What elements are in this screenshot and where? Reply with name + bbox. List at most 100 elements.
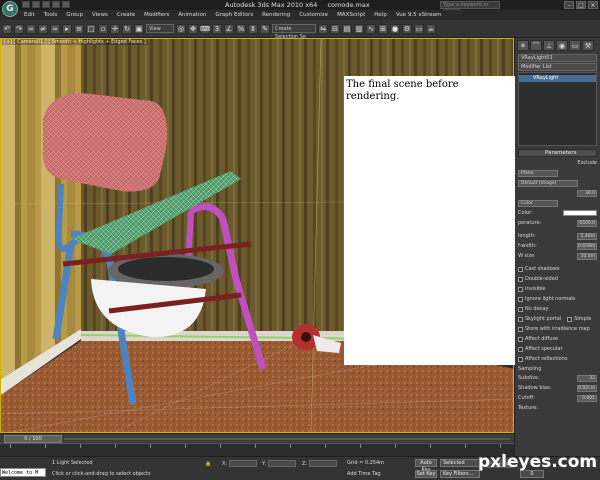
checkbox[interactable] xyxy=(518,296,523,302)
reference-coordinate-dropdown[interactable]: View xyxy=(146,24,174,33)
checkbox[interactable] xyxy=(518,316,523,322)
half-length-spinner[interactable]: 1.46m xyxy=(577,232,597,240)
exclude-button[interactable]: Exclude xyxy=(577,160,597,166)
object-name-field[interactable]: VRayLight01 xyxy=(518,54,597,62)
w-size-spinner[interactable]: 10.0m xyxy=(577,252,597,260)
minimize-icon[interactable]: – xyxy=(564,1,574,9)
percent-snap-icon[interactable]: % xyxy=(236,23,246,34)
option-double-sided[interactable]: Double-sided xyxy=(518,275,597,283)
undo-icon[interactable] xyxy=(52,1,60,8)
x-coordinate-field[interactable] xyxy=(229,460,258,467)
option-affect-specular[interactable]: Affect specular xyxy=(518,345,597,353)
key-selection-dropdown[interactable]: Selected xyxy=(440,459,480,467)
option-affect-diffuse[interactable]: Affect diffuse xyxy=(518,335,597,343)
type-dropdown[interactable]: Plane xyxy=(518,169,558,177)
layer-manager-icon[interactable]: ▤ xyxy=(342,23,352,34)
link-icon[interactable]: ∞ xyxy=(26,23,36,34)
mirror-icon[interactable]: ⇋ xyxy=(318,23,328,34)
select-by-name-icon[interactable]: ≡ xyxy=(74,23,84,34)
menu-graph-editors[interactable]: Graph Editors xyxy=(215,12,253,18)
mode-dropdown[interactable]: Color xyxy=(518,199,558,207)
new-file-icon[interactable] xyxy=(22,1,30,8)
checkbox[interactable] xyxy=(518,326,523,332)
menu-rendering[interactable]: Rendering xyxy=(262,12,290,18)
checkbox[interactable] xyxy=(518,306,523,312)
units-dropdown[interactable]: Default (image) xyxy=(518,179,578,187)
set-key-button[interactable]: Set Key xyxy=(415,470,437,478)
modifier-list-dropdown[interactable]: Modifier List xyxy=(518,63,597,71)
motion-tab-icon[interactable]: ◉ xyxy=(556,40,568,51)
add-time-tag[interactable]: Add Time Tag xyxy=(347,471,381,477)
shadow-bias-spinner[interactable]: 0.02cm xyxy=(577,384,597,392)
multiplier-spinner[interactable]: 30.0 xyxy=(577,189,597,197)
maximize-icon[interactable]: □ xyxy=(576,1,586,9)
display-tab-icon[interactable]: ▭ xyxy=(569,40,581,51)
simple-checkbox[interactable] xyxy=(567,316,573,322)
menu-views[interactable]: Views xyxy=(92,12,108,18)
auto-key-button[interactable]: Auto Key xyxy=(415,459,437,473)
schematic-view-icon[interactable]: ⊞ xyxy=(378,23,388,34)
graphite-ribbon-icon[interactable]: ▥ xyxy=(354,23,364,34)
viewport-label[interactable]: [+] [ Camera01 ] [ Smooth + Highlights +… xyxy=(2,39,148,45)
menu-tools[interactable]: Tools xyxy=(44,12,58,18)
menu-animation[interactable]: Animation xyxy=(178,12,206,18)
checkbox[interactable] xyxy=(518,346,523,352)
save-file-icon[interactable] xyxy=(42,1,50,8)
color-swatch[interactable] xyxy=(563,210,597,216)
option-affect-reflections[interactable]: Affect reflections xyxy=(518,355,597,363)
modifier-stack[interactable]: VRayLight xyxy=(518,72,597,146)
option-invisible[interactable]: Invisible xyxy=(518,285,597,293)
menu-maxscript[interactable]: MAXScript xyxy=(337,12,365,18)
time-slider-track[interactable] xyxy=(64,438,510,440)
cutoff-spinner[interactable]: 0.001 xyxy=(577,394,597,402)
spinner-snap-icon[interactable]: ⇕ xyxy=(248,23,258,34)
menu-edit[interactable]: Edit xyxy=(24,12,35,18)
open-file-icon[interactable] xyxy=(32,1,40,8)
named-selection-dropdown[interactable]: Create Selection Se xyxy=(272,24,316,40)
key-filters-button[interactable]: Key Filters... xyxy=(440,470,480,478)
bind-space-warp-icon[interactable]: ≈ xyxy=(50,23,60,34)
snap-toggle-icon[interactable]: 3 xyxy=(212,23,222,34)
edit-named-selection-icon[interactable]: ✎ xyxy=(260,23,270,34)
angle-snap-icon[interactable]: ∠ xyxy=(224,23,234,34)
checkbox[interactable] xyxy=(518,266,523,272)
rotate-icon[interactable]: ↻ xyxy=(122,23,132,34)
menu-customize[interactable]: Customize xyxy=(299,12,328,18)
checkbox[interactable] xyxy=(518,356,523,362)
menu-create[interactable]: Create xyxy=(117,12,135,18)
utilities-tab-icon[interactable]: ⚒ xyxy=(582,40,594,51)
app-logo-icon[interactable]: G xyxy=(2,1,18,17)
unlink-icon[interactable]: ≠ xyxy=(38,23,48,34)
material-editor-icon[interactable]: ● xyxy=(390,23,400,34)
curve-editor-icon[interactable]: ∿ xyxy=(366,23,376,34)
pivot-center-icon[interactable]: ◎ xyxy=(176,23,186,34)
scale-icon[interactable]: ▣ xyxy=(134,23,144,34)
menu-vue[interactable]: Vue 9.5 xStream xyxy=(396,12,442,18)
y-coordinate-field[interactable] xyxy=(268,460,297,467)
create-tab-icon[interactable]: ✶ xyxy=(517,40,529,51)
option-cast-shadows[interactable]: Cast shadows xyxy=(518,265,597,273)
keyboard-shortcut-icon[interactable]: ⌨ xyxy=(200,23,210,34)
option-store-irradiance[interactable]: Store with irradiance map xyxy=(518,325,597,333)
render-production-icon[interactable]: ☕ xyxy=(426,23,436,34)
menu-modifiers[interactable]: Modifiers xyxy=(144,12,169,18)
window-crossing-icon[interactable]: ▫ xyxy=(98,23,108,34)
checkbox[interactable] xyxy=(518,286,523,292)
manipulate-icon[interactable]: ✥ xyxy=(188,23,198,34)
rectangular-selection-icon[interactable]: □ xyxy=(86,23,96,34)
z-coordinate-field[interactable] xyxy=(309,460,338,467)
move-icon[interactable]: ✛ xyxy=(110,23,120,34)
lock-selection-icon[interactable]: 🔒 xyxy=(205,460,211,467)
option-no-decay[interactable]: No decay xyxy=(518,305,597,313)
redo-icon[interactable] xyxy=(62,1,70,8)
redo-icon[interactable]: ↷ xyxy=(14,23,24,34)
select-object-icon[interactable]: ▸ xyxy=(62,23,72,34)
undo-icon[interactable]: ↶ xyxy=(2,23,12,34)
time-slider[interactable]: 0 / 100 xyxy=(0,433,514,443)
menu-group[interactable]: Group xyxy=(66,12,83,18)
option-ignore-normals[interactable]: Ignore light normals xyxy=(518,295,597,303)
stack-item[interactable]: VRayLight xyxy=(519,75,596,82)
search-input[interactable]: Type a keyword or phrase xyxy=(440,1,500,14)
menu-help[interactable]: Help xyxy=(374,12,387,18)
subdivs-spinner[interactable]: 32 xyxy=(577,374,597,382)
